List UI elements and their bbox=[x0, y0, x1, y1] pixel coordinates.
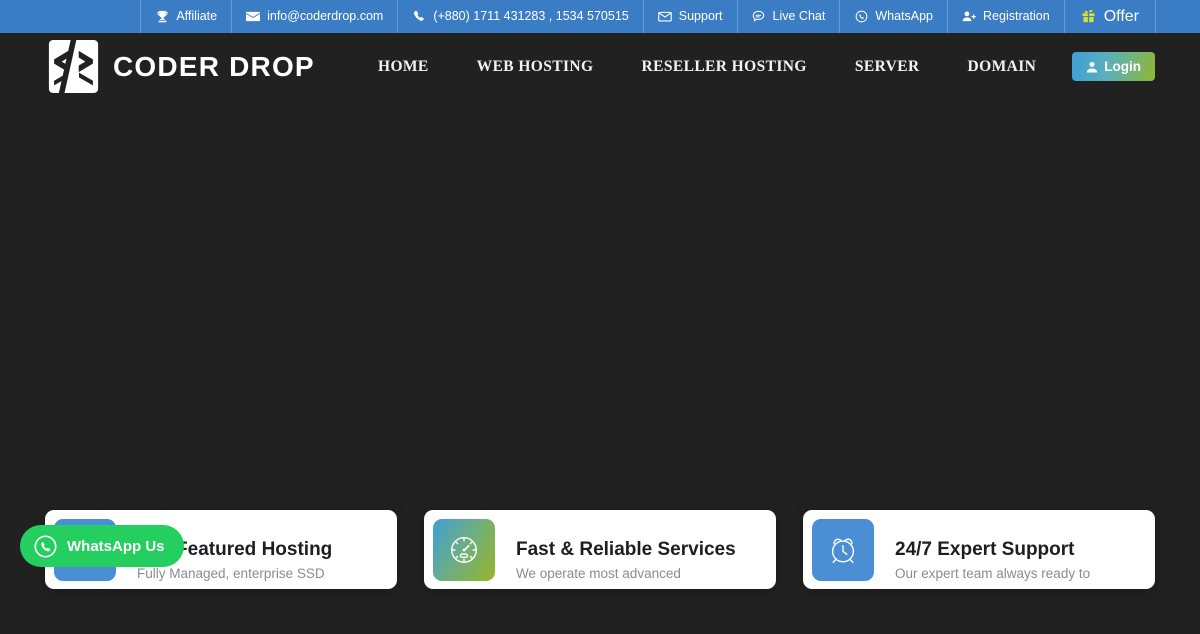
feature-card-desc: We operate most advanced bbox=[516, 565, 681, 581]
chat-bubble-icon bbox=[752, 10, 766, 24]
mail-open-icon bbox=[657, 10, 672, 24]
feature-card-title: Fast & Reliable Services bbox=[516, 539, 736, 560]
feature-card-desc: Fully Managed, enterprise SSD bbox=[137, 565, 325, 581]
topbar-label: info@coderdrop.com bbox=[267, 9, 384, 24]
alarm-clock-icon bbox=[812, 519, 874, 581]
feature-card-title: 24/7 Expert Support bbox=[895, 539, 1075, 560]
topbar-label: Live Chat bbox=[772, 9, 826, 24]
user-icon bbox=[1086, 61, 1098, 73]
feature-card-body: Fast & Reliable Services We operate most… bbox=[495, 510, 736, 583]
gift-icon bbox=[1081, 9, 1097, 25]
brand-logo[interactable]: CODER DROP bbox=[45, 40, 315, 93]
top-utility-bar: Affiliate info@coderdrop.com (+880) 1711… bbox=[0, 0, 1200, 33]
feature-card[interactable]: Fast & Reliable Services We operate most… bbox=[424, 510, 776, 589]
topbar-item-offer[interactable]: Offer bbox=[1063, 0, 1156, 33]
topbar-item-live-chat[interactable]: Live Chat bbox=[736, 0, 840, 33]
nav-item-web-hosting[interactable]: WEB HOSTING bbox=[453, 58, 618, 76]
topbar-label: Offer bbox=[1103, 7, 1139, 25]
topbar-item-support[interactable]: Support bbox=[642, 0, 737, 33]
nav-item-domain[interactable]: DOMAIN bbox=[944, 58, 1061, 76]
whatsapp-icon bbox=[854, 10, 868, 24]
code-brackets-logo bbox=[45, 40, 102, 93]
speedometer-icon bbox=[433, 519, 495, 581]
nav-item-reseller-hosting[interactable]: RESELLER HOSTING bbox=[617, 58, 830, 76]
site-header: CODER DROP HOME WEB HOSTING RESELLER HOS… bbox=[0, 33, 1200, 100]
topbar-item-email[interactable]: info@coderdrop.com bbox=[231, 0, 397, 33]
whatsapp-icon bbox=[33, 534, 58, 559]
nav-item-server[interactable]: SERVER bbox=[831, 58, 944, 76]
topbar-item-whatsapp[interactable]: WhatsApp bbox=[839, 0, 947, 33]
login-button-label: Login bbox=[1104, 59, 1141, 74]
trophy-icon bbox=[155, 10, 169, 24]
whatsapp-float-button[interactable]: WhatsApp Us bbox=[20, 525, 184, 567]
hero-section: Full Featured Hosting Fully Managed, ent… bbox=[0, 100, 1200, 589]
topbar-item-affiliate[interactable]: Affiliate bbox=[140, 0, 231, 33]
feature-card-desc: Our expert team always ready to bbox=[895, 565, 1091, 581]
envelope-icon bbox=[246, 10, 261, 24]
login-button[interactable]: Login bbox=[1072, 52, 1155, 81]
topbar-label: Registration bbox=[983, 9, 1050, 24]
feature-card-body: 24/7 Expert Support Our expert team alwa… bbox=[874, 510, 1090, 583]
topbar-label: Support bbox=[678, 9, 723, 24]
main-navigation: HOME WEB HOSTING RESELLER HOSTING SERVER… bbox=[354, 52, 1155, 81]
user-plus-icon bbox=[962, 10, 976, 24]
feature-card[interactable]: 24/7 Expert Support Our expert team alwa… bbox=[803, 510, 1155, 589]
topbar-item-registration[interactable]: Registration bbox=[947, 0, 1064, 33]
topbar-label: WhatsApp bbox=[875, 9, 934, 24]
brand-name: CODER DROP bbox=[113, 50, 315, 82]
nav-item-home[interactable]: HOME bbox=[354, 58, 453, 76]
topbar-label: (+880) 1711 431283 , 1534 570515 bbox=[433, 9, 629, 24]
whatsapp-float-label: WhatsApp Us bbox=[67, 537, 165, 555]
topbar-item-phone[interactable]: (+880) 1711 431283 , 1534 570515 bbox=[397, 0, 642, 33]
topbar-label: Affiliate bbox=[176, 9, 218, 24]
phone-icon bbox=[412, 10, 426, 24]
